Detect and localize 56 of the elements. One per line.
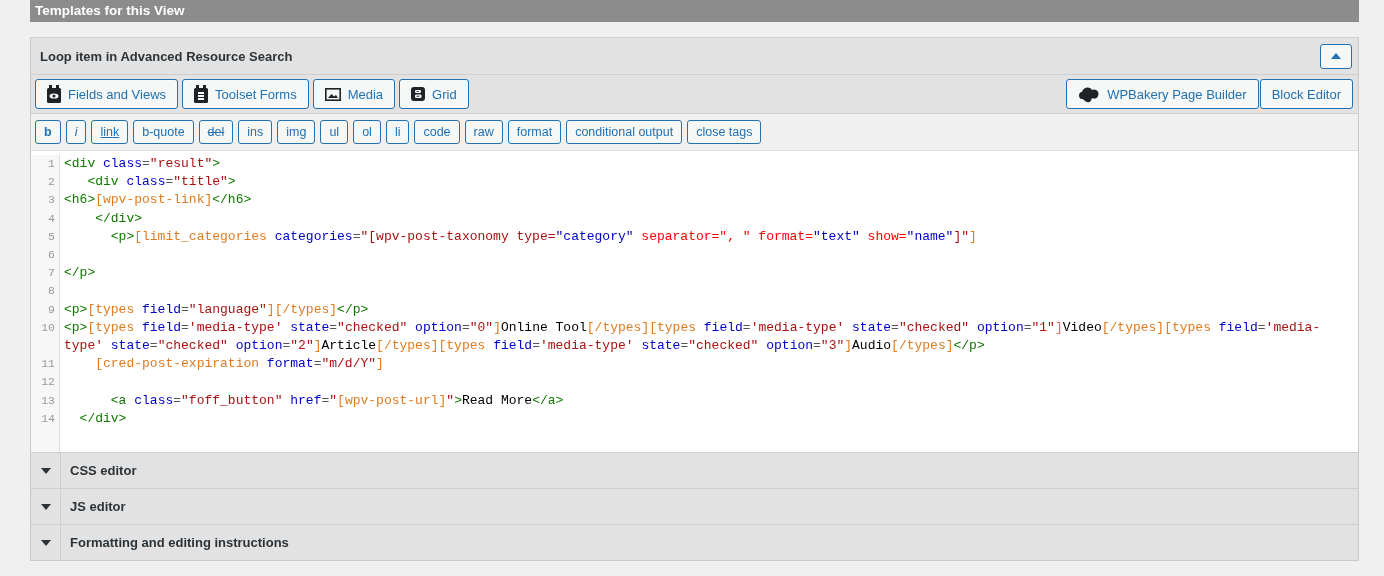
- grid-icon: [411, 87, 426, 101]
- toolbar-button[interactable]: Toolset Forms: [182, 79, 309, 109]
- section-title: Templates for this View: [30, 0, 1359, 22]
- line-number: 1: [31, 155, 60, 174]
- database-icon: [194, 85, 209, 103]
- code-line: <p>[types field='media-type' state="checked" option="0"]Online Tool[/types][types field='media-type' state="checked" option="1"]Video[/types][types field='media-type' state="checked" option="2"]Article[/types][types field='media-type' state="checked" option="3"]Audio[/types]</p>: [63, 318, 1322, 356]
- quicktag-button[interactable]: raw: [464, 120, 503, 144]
- code-line: <p>[types field="language"][/types]</p>: [63, 300, 370, 319]
- quicktag-button[interactable]: close tags: [687, 120, 762, 144]
- line-number: 8: [31, 282, 60, 301]
- caret-icon[interactable]: [40, 539, 51, 546]
- quicktag-button[interactable]: ins: [238, 120, 273, 144]
- section-header[interactable]: JS editor: [61, 499, 126, 515]
- line-number: 3: [31, 191, 60, 210]
- code-line: </div>: [78, 409, 128, 428]
- caret-icon[interactable]: [40, 503, 51, 510]
- eye-icon: [47, 85, 61, 103]
- caret-icon[interactable]: [40, 467, 51, 474]
- code-line: <h6>[wpv-post-link]</h6>: [63, 191, 253, 210]
- code-line: <div class="result">: [63, 155, 222, 173]
- code-line: </div>: [94, 209, 144, 228]
- line-number: 7: [31, 264, 60, 283]
- quicktag-button[interactable]: ol: [353, 120, 381, 144]
- quicktag-button[interactable]: b: [35, 120, 61, 144]
- quicktag-button[interactable]: ul: [320, 120, 349, 144]
- quicktag-button[interactable]: li: [385, 120, 410, 144]
- editor-button[interactable]: WPBakery Page Builder: [1066, 79, 1259, 109]
- quicktag-button[interactable]: b-quote: [133, 120, 194, 144]
- cloud-icon: [1078, 85, 1101, 103]
- quicktag-button[interactable]: link: [91, 120, 129, 144]
- quicktag-button[interactable]: conditional output: [566, 120, 683, 144]
- line-number: 10: [31, 318, 60, 356]
- editor-button[interactable]: Block Editor: [1259, 79, 1353, 109]
- code-line: <p>[limit_categories categories="[wpv-post-taxonomy type="category" separator=", " format="text" show="name"]"]: [109, 227, 978, 246]
- code-line: <div class="title">: [86, 173, 237, 192]
- quicktag-button[interactable]: code: [414, 120, 460, 144]
- line-number: 2: [31, 173, 60, 192]
- toolbar-button[interactable]: Grid: [399, 79, 469, 109]
- quicktag-button[interactable]: img: [277, 120, 316, 144]
- line-number: 12: [31, 373, 60, 392]
- code-line: <a class="foff_button" href="[wpv-post-url]">Read More</a>: [109, 391, 565, 410]
- quicktag-button[interactable]: format: [507, 120, 562, 144]
- panel-title: Loop item in Advanced Resource Search: [40, 48, 293, 64]
- code-line: </p>: [63, 264, 97, 283]
- collapse-button[interactable]: [1320, 43, 1352, 69]
- quicktag-button[interactable]: i: [65, 120, 87, 144]
- caret-icon: [1331, 53, 1341, 59]
- toolbar-button[interactable]: Media: [312, 79, 396, 109]
- section-header[interactable]: Formatting and editing instructions: [61, 535, 289, 551]
- section-header[interactable]: CSS editor: [61, 463, 137, 479]
- code-line: [cred-post-expiration format="m/d/Y"]: [94, 355, 385, 374]
- toolbar-button[interactable]: Fields and Views: [35, 79, 179, 109]
- image-icon: [324, 87, 341, 101]
- line-number: 11: [31, 355, 60, 374]
- line-number: 6: [31, 246, 60, 265]
- quicktag-button[interactable]: del: [198, 120, 234, 144]
